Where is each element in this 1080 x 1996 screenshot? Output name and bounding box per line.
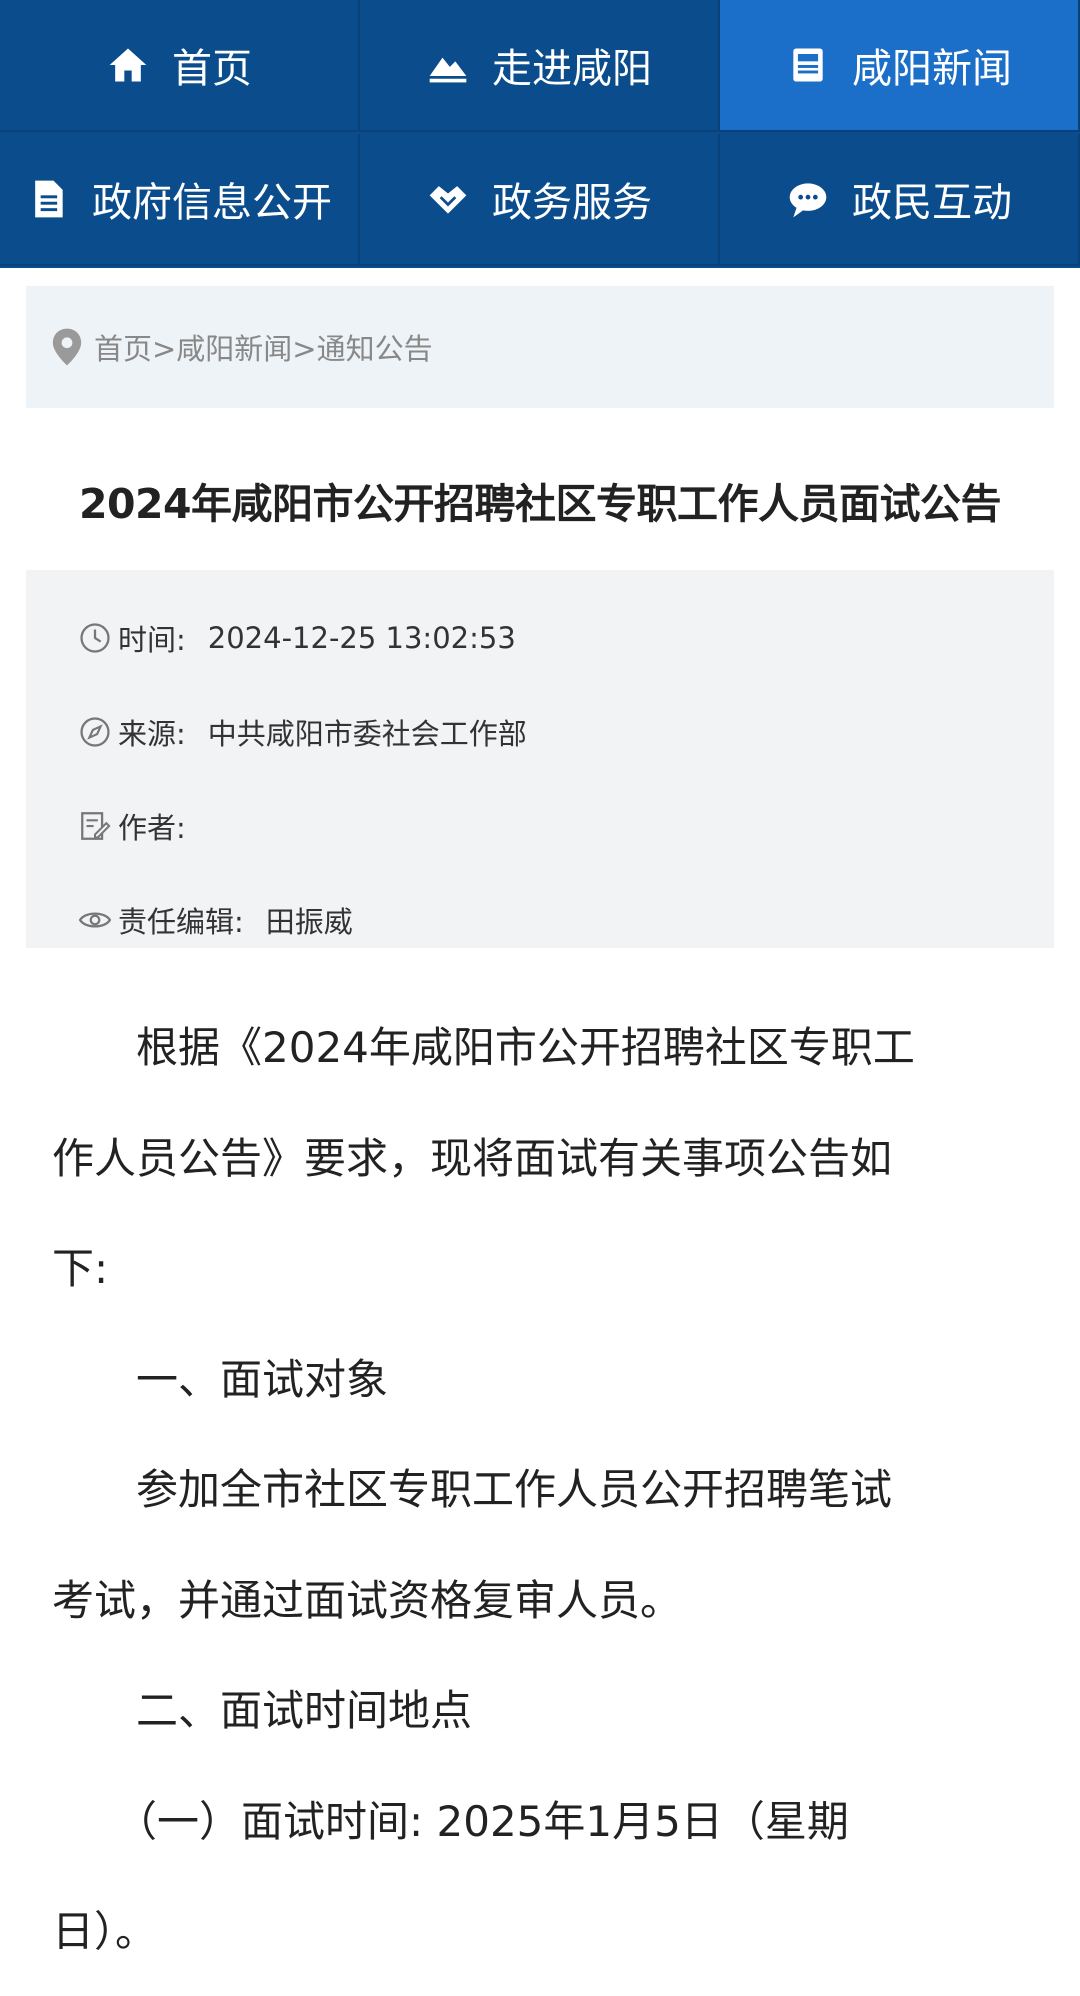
nav-label: 咸阳新闻 (852, 46, 1012, 92)
edit-note-icon (78, 809, 112, 843)
meta-editor-label: 责任编辑: (118, 905, 244, 939)
compass-icon (78, 715, 112, 749)
meta-editor-value: 田振威 (265, 905, 353, 939)
meta-source-label: 来源: (118, 717, 186, 751)
top-navigation: 首页 走进咸阳 咸阳新闻 政府信息公开 政务服务 政民互动 (0, 0, 1080, 268)
nav-citizen-interaction[interactable]: 政民互动 (720, 134, 1080, 266)
mountain-icon (426, 43, 470, 87)
meta-author: 作者: (78, 806, 208, 846)
meta-author-label: 作者: (118, 811, 186, 845)
body-line: 二、面试时间地点 (52, 1686, 473, 1735)
location-pin-icon (52, 328, 82, 366)
meta-time-value: 2024-12-25 13:02:53 (207, 621, 516, 655)
nav-label: 政务服务 (492, 180, 652, 226)
nav-label: 政府信息公开 (92, 180, 332, 226)
body-line: 根据《2024年咸阳市公开招聘社区专职工 (52, 1023, 915, 1072)
body-line: 下: (52, 1244, 109, 1293)
breadcrumb-path[interactable]: 首页>咸阳新闻>通知公告 (94, 326, 433, 368)
body-line: 一、面试对象 (52, 1355, 389, 1404)
meta-editor: 责任编辑: 田振威 (78, 900, 353, 940)
chat-icon (786, 177, 830, 221)
breadcrumb: 首页>咸阳新闻>通知公告 (26, 286, 1054, 408)
document-icon (26, 177, 70, 221)
clock-icon (78, 621, 112, 655)
meta-source-value: 中共咸阳市委社会工作部 (207, 717, 527, 751)
nav-label: 政民互动 (852, 180, 1012, 226)
nav-about-xianyang[interactable]: 走进咸阳 (360, 0, 720, 132)
news-icon (786, 43, 830, 87)
article-title: 2024年咸阳市公开招聘社区专职工作人员面试公告 (78, 480, 1002, 528)
nav-government-services[interactable]: 政务服务 (360, 134, 720, 266)
body-line: 日）。 (52, 1907, 158, 1956)
nav-label: 走进咸阳 (492, 46, 652, 92)
nav-home[interactable]: 首页 (0, 0, 360, 132)
body-line: （一）面试时间: 2025年1月5日（星期 (52, 1797, 849, 1846)
body-line: 参加全市社区专职工作人员公开招聘笔试 (52, 1465, 893, 1514)
meta-source: 来源: 中共咸阳市委社会工作部 (78, 712, 527, 752)
handshake-icon (426, 177, 470, 221)
meta-time: 时间: 2024-12-25 13:02:53 (78, 618, 516, 658)
body-line: 作人员公告》要求，现将面试有关事项公告如 (52, 1134, 893, 1183)
nav-label: 首页 (172, 46, 252, 92)
home-icon (106, 43, 150, 87)
body-line: 考试，并通过面试资格复审人员。 (52, 1576, 683, 1625)
nav-government-info[interactable]: 政府信息公开 (0, 134, 360, 266)
meta-time-label: 时间: (118, 623, 186, 657)
article-meta: 时间: 2024-12-25 13:02:53 来源: 中共咸阳市委社会工作部 … (26, 570, 1054, 948)
eye-icon (78, 903, 112, 937)
nav-xianyang-news[interactable]: 咸阳新闻 (720, 0, 1080, 132)
